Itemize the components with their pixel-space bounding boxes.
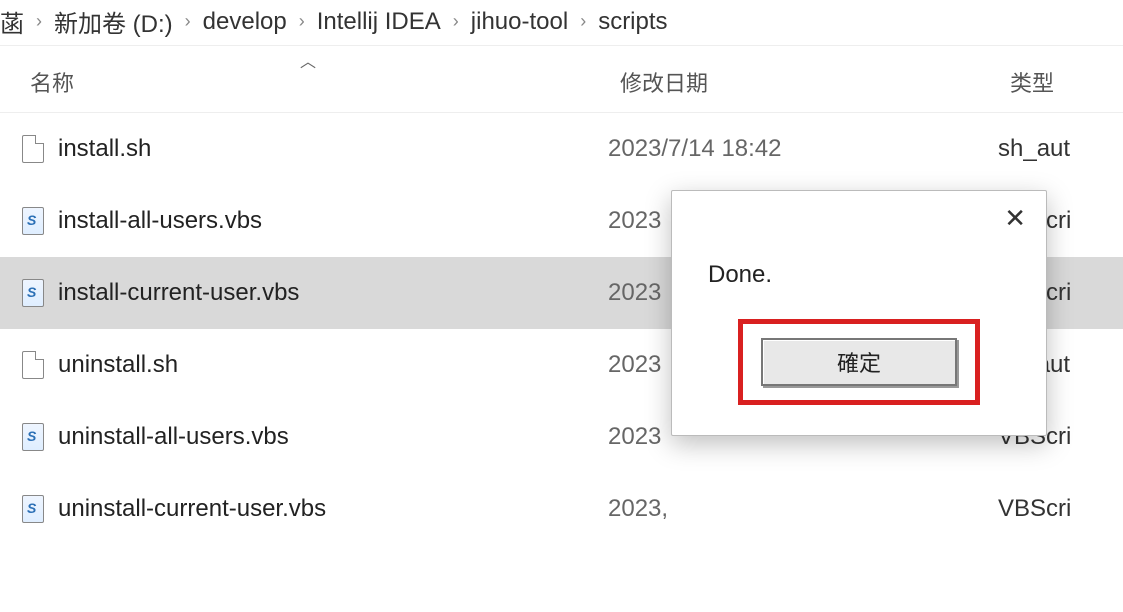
file-icon [18, 275, 48, 311]
column-header-name-label: 名称 [30, 71, 74, 96]
file-icon [18, 419, 48, 455]
ok-highlight-box: 確定 [738, 319, 980, 405]
file-icon [18, 203, 48, 239]
breadcrumb[interactable]: 菡 › 新加卷 (D:) › develop › Intellij IDEA › jih… [0, 0, 1123, 46]
column-header-date[interactable]: 修改日期 [620, 66, 1010, 98]
file-icon [18, 491, 48, 527]
file-name: uninstall.sh [58, 351, 178, 379]
file-date: 2023, [608, 495, 998, 523]
sort-ascending-icon: ︿ [300, 48, 316, 72]
breadcrumb-item[interactable]: develop [203, 8, 287, 36]
column-header-name[interactable]: 名称 ︿ [30, 66, 620, 98]
file-name: uninstall-all-users.vbs [58, 423, 289, 451]
ok-button[interactable]: 確定 [761, 338, 957, 386]
breadcrumb-item[interactable]: 菡 [0, 4, 24, 39]
file-row[interactable]: uninstall-current-user.vbs 2023,VBScri [0, 473, 1123, 545]
file-name: install.sh [58, 135, 151, 163]
chevron-right-icon: › [185, 11, 191, 32]
close-icon[interactable]: ✕ [1004, 205, 1026, 231]
chevron-right-icon: › [453, 11, 459, 32]
file-date: 2023/7/14 18:42 [608, 135, 998, 163]
breadcrumb-item[interactable]: Intellij IDEA [317, 8, 441, 36]
message-dialog: ✕ Done. 確定 [671, 190, 1047, 436]
chevron-right-icon: › [36, 11, 42, 32]
breadcrumb-item[interactable]: 新加卷 (D:) [54, 4, 173, 39]
breadcrumb-item[interactable]: scripts [598, 8, 667, 36]
column-header-type[interactable]: 类型 [1010, 66, 1093, 98]
chevron-right-icon: › [580, 11, 586, 32]
file-icon [18, 347, 48, 383]
chevron-right-icon: › [299, 11, 305, 32]
file-name: uninstall-current-user.vbs [58, 495, 326, 523]
file-type: VBScri [998, 495, 1105, 523]
dialog-footer: 確定 [672, 319, 1046, 435]
dialog-message: Done. [672, 191, 1046, 319]
file-name: install-all-users.vbs [58, 207, 262, 235]
columns-header: 名称 ︿ 修改日期 类型 [0, 46, 1123, 113]
file-type: sh_aut [998, 135, 1105, 163]
file-row[interactable]: install.sh 2023/7/14 18:42sh_aut [0, 113, 1123, 185]
file-icon [18, 131, 48, 167]
file-name: install-current-user.vbs [58, 279, 299, 307]
breadcrumb-item[interactable]: jihuo-tool [471, 8, 568, 36]
